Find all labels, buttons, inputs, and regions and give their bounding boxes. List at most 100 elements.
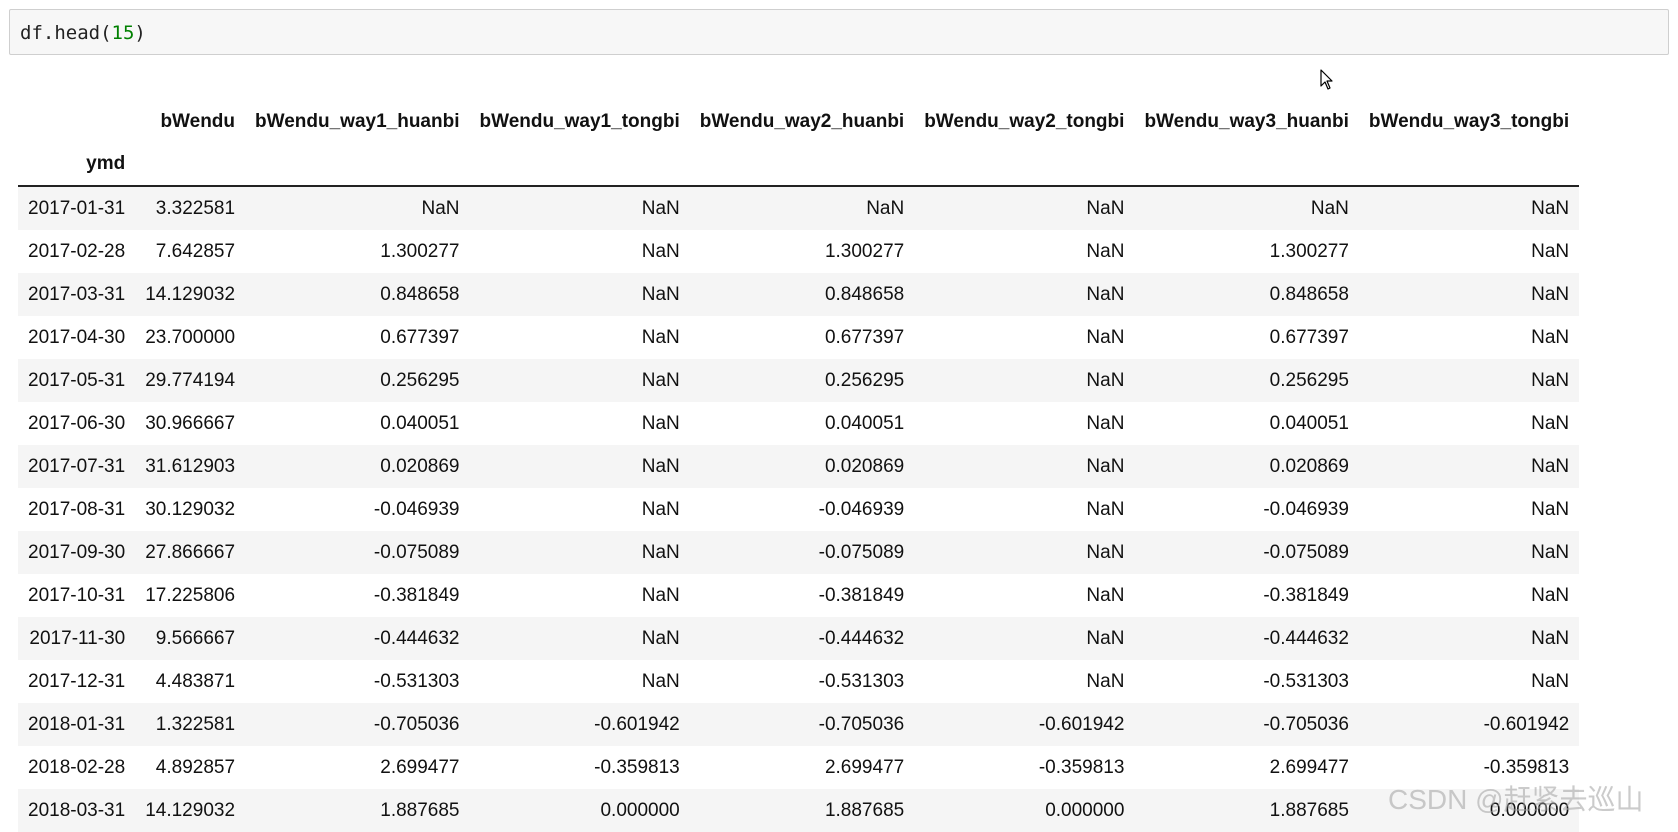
table-row: 2017-08-31 30.129032 -0.046939 NaN -0.046939…	[18, 488, 1580, 531]
table-cell: NaN	[1086, 283, 1125, 305]
index-name: ymd	[18, 143, 136, 187]
table-cell: -0.444632	[373, 627, 460, 649]
table-cell: 31.612903	[145, 455, 236, 477]
table-cell: NaN	[1531, 369, 1570, 391]
row-index-label: 2017-11-30	[29, 627, 126, 649]
table-cell: 0.848658	[380, 283, 460, 305]
table-cell: -0.705036	[818, 713, 905, 735]
row-index-label: 2017-10-31	[28, 584, 126, 606]
table-row: 2017-10-31 17.225806 -0.381849 NaN -0.381849…	[18, 574, 1580, 617]
table-cell: 2.699477	[1269, 756, 1349, 778]
table-cell: 1.300277	[824, 240, 905, 262]
table-cell: -0.705036	[1263, 713, 1349, 735]
table-cell: -0.381849	[818, 584, 905, 606]
table-cell: 0.677397	[824, 326, 905, 348]
table-cell: NaN	[641, 670, 680, 692]
table-cell: -0.601942	[1483, 713, 1570, 735]
table-cell: NaN	[641, 584, 680, 606]
column-header: bWendu_way1_huanbi	[255, 111, 460, 132]
row-index-label: 2017-08-31	[28, 498, 126, 520]
table-cell: NaN	[1086, 369, 1125, 391]
code-text-suffix: )	[134, 22, 146, 44]
table-cell: NaN	[1531, 197, 1570, 219]
table-cell: NaN	[1531, 326, 1570, 348]
row-index-label: 2018-01-31	[28, 713, 126, 735]
table-cell: NaN	[421, 197, 460, 219]
table-cell: NaN	[641, 627, 680, 649]
table-cell: NaN	[1531, 627, 1570, 649]
table-row: 2017-09-30 27.866667 -0.075089 NaN -0.075089…	[18, 531, 1580, 574]
table-row: 2017-02-28 7.642857 1.300277 NaN 1.300277 NaN…	[18, 230, 1580, 273]
table-cell: 4.483871	[155, 670, 236, 692]
table-cell: NaN	[641, 498, 680, 520]
table-cell: NaN	[1086, 670, 1125, 692]
mouse-pointer-icon	[1320, 69, 1333, 90]
table-cell: -0.075089	[818, 541, 905, 563]
table-cell: -0.601942	[1038, 713, 1125, 735]
table-cell: NaN	[641, 369, 680, 391]
output-area: bWendu bWendu_way1_huanbi bWendu_way1_to…	[18, 78, 1646, 832]
table-cell: -0.531303	[818, 670, 905, 692]
code-number-literal: 15	[111, 22, 135, 44]
row-index-label: 2017-02-28	[28, 240, 126, 262]
table-row: 2017-11-30 9.566667 -0.444632 NaN -0.444632 N…	[18, 617, 1580, 660]
table-cell: 0.256295	[380, 369, 460, 391]
table-cell: NaN	[1086, 412, 1125, 434]
table-cell: -0.381849	[1263, 584, 1349, 606]
table-cell: NaN	[641, 541, 680, 563]
column-header: bWendu_way3_tongbi	[1368, 111, 1570, 132]
code-text-prefix: df.head(	[20, 22, 112, 44]
table-cell: NaN	[1310, 197, 1349, 219]
table-cell: -0.444632	[818, 627, 905, 649]
table-cell: 30.129032	[145, 498, 236, 520]
table-cell: -0.359813	[594, 756, 680, 778]
row-index-label: 2017-09-30	[28, 541, 126, 563]
code-cell-input[interactable]: df.head(15)	[9, 9, 1669, 55]
table-row: 2017-06-30 30.966667 0.040051 NaN 0.040051 Na…	[18, 402, 1580, 445]
table-cell: 17.225806	[145, 584, 236, 606]
table-cell: 9.566667	[155, 627, 236, 649]
table-cell: 0.677397	[1269, 326, 1349, 348]
table-cell: -0.046939	[373, 498, 460, 520]
table-cell: NaN	[1531, 283, 1570, 305]
table-cell: -0.359813	[1038, 756, 1125, 778]
table-row: 2017-05-31 29.774194 0.256295 NaN 0.256295 Na…	[18, 359, 1580, 402]
table-cell: 1.300277	[380, 240, 460, 262]
table-cell: 27.866667	[145, 541, 236, 563]
table-cell: NaN	[641, 326, 680, 348]
table-cell: 7.642857	[155, 240, 236, 262]
table-cell: -0.046939	[818, 498, 905, 520]
table-cell: NaN	[641, 197, 680, 219]
table-cell: 0.020869	[1269, 455, 1349, 477]
table-cell: -0.075089	[1263, 541, 1349, 563]
table-cell: NaN	[1531, 584, 1570, 606]
table-cell: NaN	[1086, 197, 1125, 219]
table-cell: 0.040051	[1269, 412, 1349, 434]
column-header: bWendu_way1_tongbi	[479, 111, 680, 132]
table-cell: -0.381849	[373, 584, 460, 606]
table-cell: NaN	[641, 455, 680, 477]
table-cell: 30.966667	[145, 412, 236, 434]
csdn-watermark: CSDN @赶紧去巡山	[1388, 784, 1644, 815]
table-cell: -0.444632	[1263, 627, 1349, 649]
table-cell: 4.892857	[155, 756, 236, 778]
table-cell: 29.774194	[145, 369, 236, 391]
column-header: bWendu_way2_tongbi	[924, 111, 1125, 132]
table-cell: NaN	[1531, 498, 1570, 520]
table-cell: 0.040051	[380, 412, 460, 434]
table-cell: -0.705036	[373, 713, 460, 735]
table-cell: NaN	[641, 240, 680, 262]
table-cell: NaN	[1086, 240, 1125, 262]
table-cell: 0.677397	[380, 326, 460, 348]
table-cell: 1.322581	[155, 713, 236, 735]
row-index-label: 2017-07-31	[28, 455, 126, 477]
table-cell: NaN	[1531, 240, 1570, 262]
table-cell: NaN	[1086, 584, 1125, 606]
table-cell: 0.848658	[1269, 283, 1349, 305]
table-cell: 0.020869	[380, 455, 460, 477]
column-header: bWendu	[160, 111, 236, 132]
table-cell: NaN	[641, 283, 680, 305]
table-cell: NaN	[1086, 627, 1125, 649]
dataframe-body: 2017-01-31 3.322581 NaN NaN NaN NaN NaN NaN 2017…	[18, 186, 1580, 832]
row-index-label: 2017-04-30	[28, 326, 126, 348]
